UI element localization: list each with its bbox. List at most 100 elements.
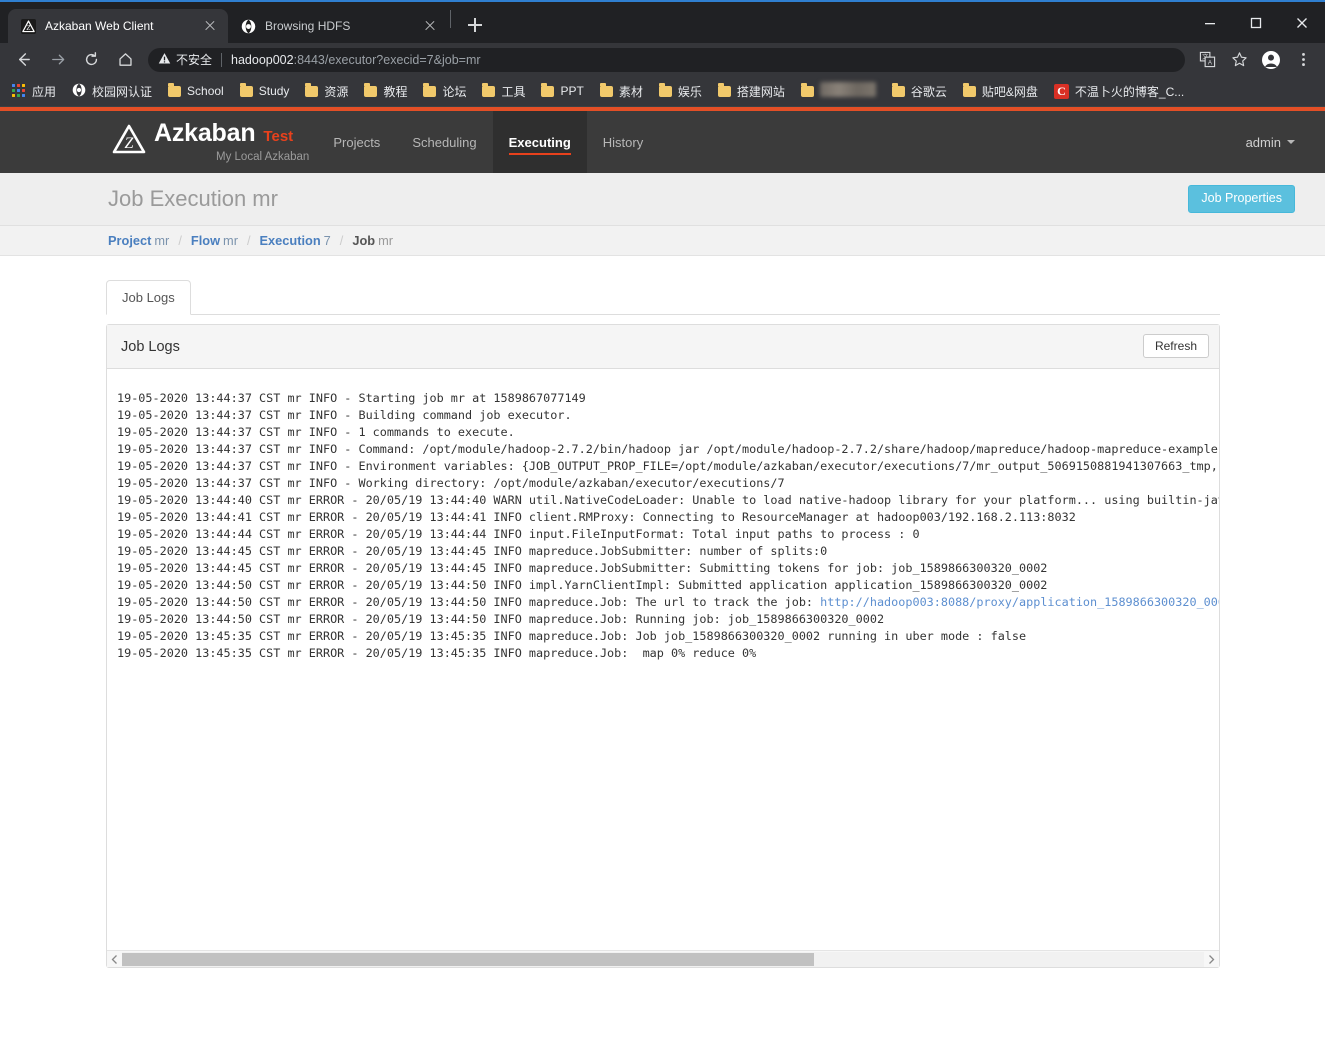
folder-icon: [168, 83, 182, 97]
svg-text:Z: Z: [125, 135, 135, 152]
tab-strip: Z Azkaban Web Client Browsing HDFS: [0, 2, 1325, 43]
log-line: 19-05-2020 13:44:37 CST mr INFO - Buildi…: [117, 407, 572, 422]
refresh-button[interactable]: Refresh: [1142, 334, 1209, 358]
breadcrumb-execution-value: 7: [323, 233, 331, 248]
nav-item-projects[interactable]: Projects: [317, 111, 396, 173]
close-icon[interactable]: [202, 18, 218, 34]
folder-icon: [423, 83, 437, 97]
url-text: hadoop002:8443/executor?execid=7&job=mr: [231, 53, 481, 67]
browser-tab-azkaban[interactable]: Z Azkaban Web Client: [8, 9, 228, 43]
azkaban-brand[interactable]: Z Azkaban Test My Local Azkaban: [0, 111, 309, 173]
folder-icon: [239, 83, 253, 97]
close-icon[interactable]: [422, 18, 438, 34]
breadcrumb-separator: /: [178, 233, 182, 248]
log-line: 19-05-2020 13:44:37 CST mr INFO - Starti…: [117, 390, 586, 405]
translate-icon[interactable]: 文 A: [1193, 46, 1221, 74]
main-content: Job Logs Job Logs Refresh 19-05-2020 13:…: [0, 256, 1325, 968]
minimize-icon[interactable]: [1187, 6, 1233, 40]
bookmark-yule[interactable]: 娱乐: [653, 79, 710, 103]
horizontal-scrollbar[interactable]: [107, 950, 1219, 967]
bookmark-label: School: [187, 84, 224, 98]
breadcrumb-job-value: mr: [378, 233, 394, 248]
back-arrow-icon[interactable]: [9, 46, 37, 74]
bookmark-tieba-wangpan[interactable]: 贴吧&网盘: [957, 79, 1046, 103]
brand-subtitle: My Local Azkaban: [216, 151, 310, 163]
bookmark-apps[interactable]: 应用: [6, 79, 64, 103]
scrollbar-thumb[interactable]: [122, 952, 815, 966]
log-line: 19-05-2020 13:44:44 CST mr ERROR - 20/05…: [117, 526, 920, 541]
bookmark-google-cloud[interactable]: 谷歌云: [886, 79, 955, 103]
tab-divider: [450, 9, 451, 28]
bookmark-gongju[interactable]: 工具: [476, 79, 533, 103]
bookmark-study[interactable]: Study: [234, 79, 298, 103]
bookmark-redacted[interactable]: [795, 79, 884, 103]
bookmark-csdn-blog[interactable]: C 不温卜火的博客_C...: [1048, 79, 1192, 103]
folder-icon: [541, 83, 555, 97]
warning-triangle-icon: [158, 52, 171, 68]
tab-job-logs[interactable]: Job Logs: [106, 280, 191, 315]
bookmark-label: 谷歌云: [910, 84, 947, 99]
bookmarks-bar: 应用 校园网认证 School Study 资源 教程 论坛 工具 PPT 素材…: [0, 76, 1325, 107]
address-bar[interactable]: 不安全 hadoop002:8443/executor?execid=7&job…: [148, 47, 1185, 72]
log-line: 19-05-2020 13:45:35 CST mr ERROR - 20/05…: [117, 628, 1027, 643]
bookmark-school[interactable]: School: [162, 79, 232, 103]
nav-item-scheduling[interactable]: Scheduling: [396, 111, 492, 173]
breadcrumb-flow[interactable]: Flow mr: [191, 233, 238, 248]
home-icon[interactable]: [111, 46, 139, 74]
bookmark-label: 论坛: [442, 84, 467, 99]
browser-tab-hdfs[interactable]: Browsing HDFS: [228, 9, 448, 43]
breadcrumb-execution[interactable]: Execution 7: [260, 233, 331, 248]
forward-arrow-icon[interactable]: [43, 46, 71, 74]
security-label: 不安全: [176, 53, 213, 67]
bookmark-campus-net[interactable]: 校园网认证: [66, 79, 160, 103]
job-logs-panel: Job Logs Refresh 19-05-2020 13:44:37 CST…: [106, 324, 1220, 968]
bookmark-label: 教程: [383, 84, 408, 99]
tab-title: Azkaban Web Client: [45, 19, 154, 33]
log-line: 19-05-2020 13:44:41 CST mr ERROR - 20/05…: [117, 509, 1076, 524]
bookmark-star-icon[interactable]: [1225, 46, 1253, 74]
log-line: 19-05-2020 13:44:37 CST mr INFO - Comman…: [117, 441, 1219, 456]
azkaban-icon: Z: [20, 18, 36, 34]
folder-icon: [482, 83, 496, 97]
scroll-left-icon[interactable]: [107, 952, 122, 967]
log-viewport[interactable]: 19-05-2020 13:44:37 CST mr INFO - Starti…: [107, 369, 1219, 950]
url-host: hadoop002: [231, 52, 294, 67]
log-tracking-link[interactable]: http://hadoop003:8088/proxy/application_…: [820, 595, 1219, 609]
close-window-icon[interactable]: [1279, 6, 1325, 40]
bookmark-ppt[interactable]: PPT: [535, 79, 591, 103]
not-secure-indicator[interactable]: 不安全: [158, 51, 212, 68]
nav-item-history[interactable]: History: [587, 111, 659, 173]
reload-icon[interactable]: [77, 46, 105, 74]
bookmark-jianzhanwangzhan[interactable]: 搭建网站: [712, 79, 793, 103]
bookmark-jiaocheng[interactable]: 教程: [358, 79, 415, 103]
user-menu[interactable]: admin: [1246, 111, 1295, 173]
scroll-right-icon[interactable]: [1204, 952, 1219, 967]
bookmark-luntan[interactable]: 论坛: [417, 79, 474, 103]
svg-text:Z: Z: [26, 23, 30, 31]
azkaban-header: Z Azkaban Test My Local Azkaban Projects…: [0, 111, 1325, 173]
scrollbar-track[interactable]: [122, 951, 1204, 967]
job-properties-button[interactable]: Job Properties: [1188, 185, 1295, 213]
user-name: admin: [1245, 134, 1281, 150]
nav-item-executing[interactable]: Executing: [492, 111, 587, 173]
breadcrumb-project-value: mr: [154, 233, 170, 248]
bookmark-label: 资源: [324, 84, 349, 99]
azkaban-main-nav: Projects Scheduling Executing History: [317, 111, 659, 173]
bookmark-label: 贴吧&网盘: [981, 84, 1038, 99]
folder-icon: [599, 83, 613, 97]
csdn-icon: C: [1053, 83, 1069, 99]
bookmark-label: 工具: [501, 84, 526, 99]
bookmark-ziyuan[interactable]: 资源: [299, 79, 356, 103]
breadcrumb-project[interactable]: Project mr: [108, 233, 169, 248]
profile-icon[interactable]: [1257, 46, 1285, 74]
log-line: 19-05-2020 13:44:50 CST mr ERROR - 20/05…: [117, 577, 1048, 592]
folder-icon: [305, 83, 319, 97]
url-path: :8443/executor?execid=7&job=mr: [293, 52, 481, 67]
maximize-icon[interactable]: [1233, 6, 1279, 40]
azkaban-logo-icon: Z: [112, 124, 146, 160]
bookmark-sucai[interactable]: 素材: [594, 79, 651, 103]
bookmark-label: 不温卜火的博客_C...: [1074, 84, 1185, 99]
new-tab-button[interactable]: [461, 11, 489, 39]
log-line: 19-05-2020 13:44:37 CST mr INFO - Workin…: [117, 475, 785, 490]
chrome-menu-icon[interactable]: [1289, 46, 1317, 74]
